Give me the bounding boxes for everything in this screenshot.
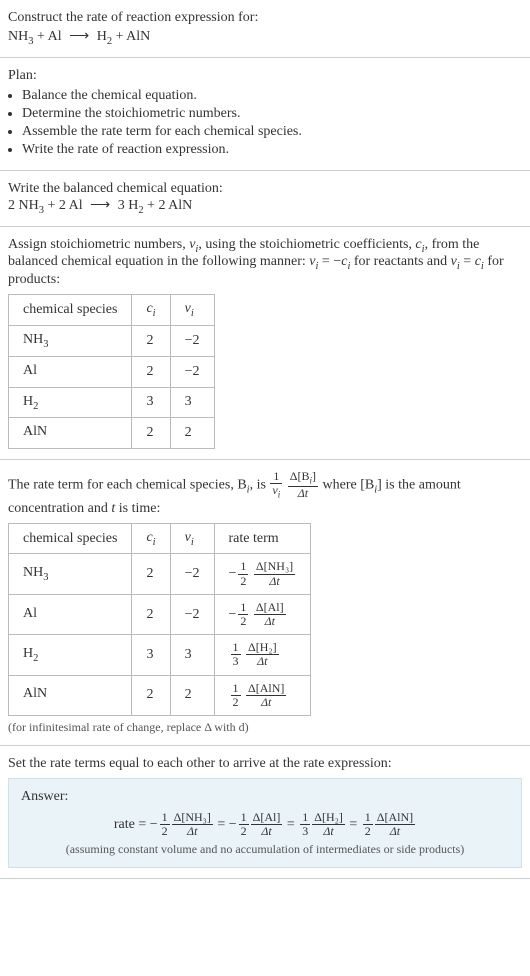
col-species: chemical species: [9, 295, 132, 326]
cell-species: AlN: [9, 675, 132, 715]
cell-species: Al: [9, 356, 132, 387]
assign-text: Assign stoichiometric numbers, νi, using…: [8, 237, 522, 289]
cell-nui: 2: [170, 418, 214, 449]
term: + 2 AlN: [144, 198, 193, 213]
plan-list: Balance the chemical equation. Determine…: [8, 88, 522, 158]
final-section: Set the rate terms equal to each other t…: [0, 746, 530, 879]
cell-ci: 2: [132, 356, 170, 387]
fraction-icon: Δ[Bi]Δt: [288, 470, 318, 500]
table-row: AlN 2 2: [9, 418, 215, 449]
plan-item: Balance the chemical equation.: [22, 88, 522, 104]
col-rate: rate term: [214, 523, 311, 554]
col-nui: νi: [170, 523, 214, 554]
cell-ci: 2: [132, 418, 170, 449]
cell-nui: −2: [170, 325, 214, 356]
rateterm-section: The rate term for each chemical species,…: [0, 460, 530, 746]
balanced-section: Write the balanced chemical equation: 2 …: [0, 171, 530, 227]
table-row: H2 3 3: [9, 387, 215, 418]
species-nh3: NH3: [8, 29, 33, 44]
plus: + 2 Al: [44, 198, 86, 213]
table-header-row: chemical species ci νi rate term: [9, 523, 311, 554]
fraction-icon: 1νi: [270, 470, 282, 500]
cell-ci: 2: [132, 554, 170, 594]
table-row: AlN 2 2 12 Δ[AlN]Δt: [9, 675, 311, 715]
table-header-row: chemical species ci νi: [9, 295, 215, 326]
cell-species: H2: [9, 387, 132, 418]
prompt-text: Construct the rate of reaction expressio…: [8, 10, 522, 26]
cell-nui: 3: [170, 387, 214, 418]
plus: + Al: [33, 29, 65, 44]
cell-species: NH3: [9, 554, 132, 594]
cell-ci: 3: [132, 387, 170, 418]
reaction-arrow-icon: ⟶: [90, 198, 110, 213]
cell-rate: −12 Δ[Al]Δt: [214, 594, 311, 634]
final-header: Set the rate terms equal to each other t…: [8, 756, 522, 772]
cell-rate: 12 Δ[AlN]Δt: [214, 675, 311, 715]
cell-species: H2: [9, 635, 132, 675]
col-nui: νi: [170, 295, 214, 326]
cell-species: Al: [9, 594, 132, 634]
term: 3 H2: [114, 198, 143, 213]
cell-species: NH3: [9, 325, 132, 356]
stoich-table: chemical species ci νi NH3 2 −2 Al 2 −2 …: [8, 294, 215, 449]
species-h2: H2: [93, 29, 112, 44]
plan-header: Plan:: [8, 68, 522, 84]
cell-nui: 3: [170, 635, 214, 675]
cell-nui: −2: [170, 594, 214, 634]
term: 2 NH3: [8, 198, 44, 213]
assign-section: Assign stoichiometric numbers, νi, using…: [0, 227, 530, 461]
cell-ci: 2: [132, 594, 170, 634]
cell-nui: −2: [170, 554, 214, 594]
table-row: Al 2 −2: [9, 356, 215, 387]
cell-rate: −12 Δ[NH₃]Δt: [214, 554, 311, 594]
rate-expression: rate = −12Δ[NH₃]Δt = −12Δ[Al]Δt = 13Δ[H₂…: [21, 811, 509, 838]
rate-equals: rate =: [114, 817, 150, 832]
col-ci: ci: [132, 295, 170, 326]
table-row: H2 3 3 13 Δ[H₂]Δt: [9, 635, 311, 675]
prompt-section: Construct the rate of reaction expressio…: [0, 0, 530, 58]
rateterm-text: The rate term for each chemical species,…: [8, 470, 522, 516]
species-aln: + AlN: [112, 29, 150, 44]
cell-ci: 2: [132, 675, 170, 715]
cell-rate: 13 Δ[H₂]Δt: [214, 635, 311, 675]
col-species: chemical species: [9, 523, 132, 554]
rate-table: chemical species ci νi rate term NH3 2 −…: [8, 523, 311, 716]
cell-ci: 2: [132, 325, 170, 356]
unbalanced-equation: NH3 + Al ⟶ H2 + AlN: [8, 28, 522, 47]
cell-ci: 3: [132, 635, 170, 675]
plan-item: Write the rate of reaction expression.: [22, 142, 522, 158]
cell-nui: −2: [170, 356, 214, 387]
cell-nui: 2: [170, 675, 214, 715]
answer-label: Answer:: [21, 789, 509, 805]
infinitesimal-note: (for infinitesimal rate of change, repla…: [8, 720, 522, 735]
plan-section: Plan: Balance the chemical equation. Det…: [0, 58, 530, 171]
answer-box: Answer: rate = −12Δ[NH₃]Δt = −12Δ[Al]Δt …: [8, 778, 522, 868]
balanced-equation: 2 NH3 + 2 Al ⟶ 3 H2 + 2 AlN: [8, 197, 522, 216]
plan-item: Determine the stoichiometric numbers.: [22, 106, 522, 122]
table-row: NH3 2 −2: [9, 325, 215, 356]
col-ci: ci: [132, 523, 170, 554]
table-row: Al 2 −2 −12 Δ[Al]Δt: [9, 594, 311, 634]
answer-note: (assuming constant volume and no accumul…: [21, 842, 509, 857]
balanced-header: Write the balanced chemical equation:: [8, 181, 522, 197]
reaction-arrow-icon: ⟶: [69, 29, 89, 44]
plan-item: Assemble the rate term for each chemical…: [22, 124, 522, 140]
cell-species: AlN: [9, 418, 132, 449]
table-row: NH3 2 −2 −12 Δ[NH₃]Δt: [9, 554, 311, 594]
